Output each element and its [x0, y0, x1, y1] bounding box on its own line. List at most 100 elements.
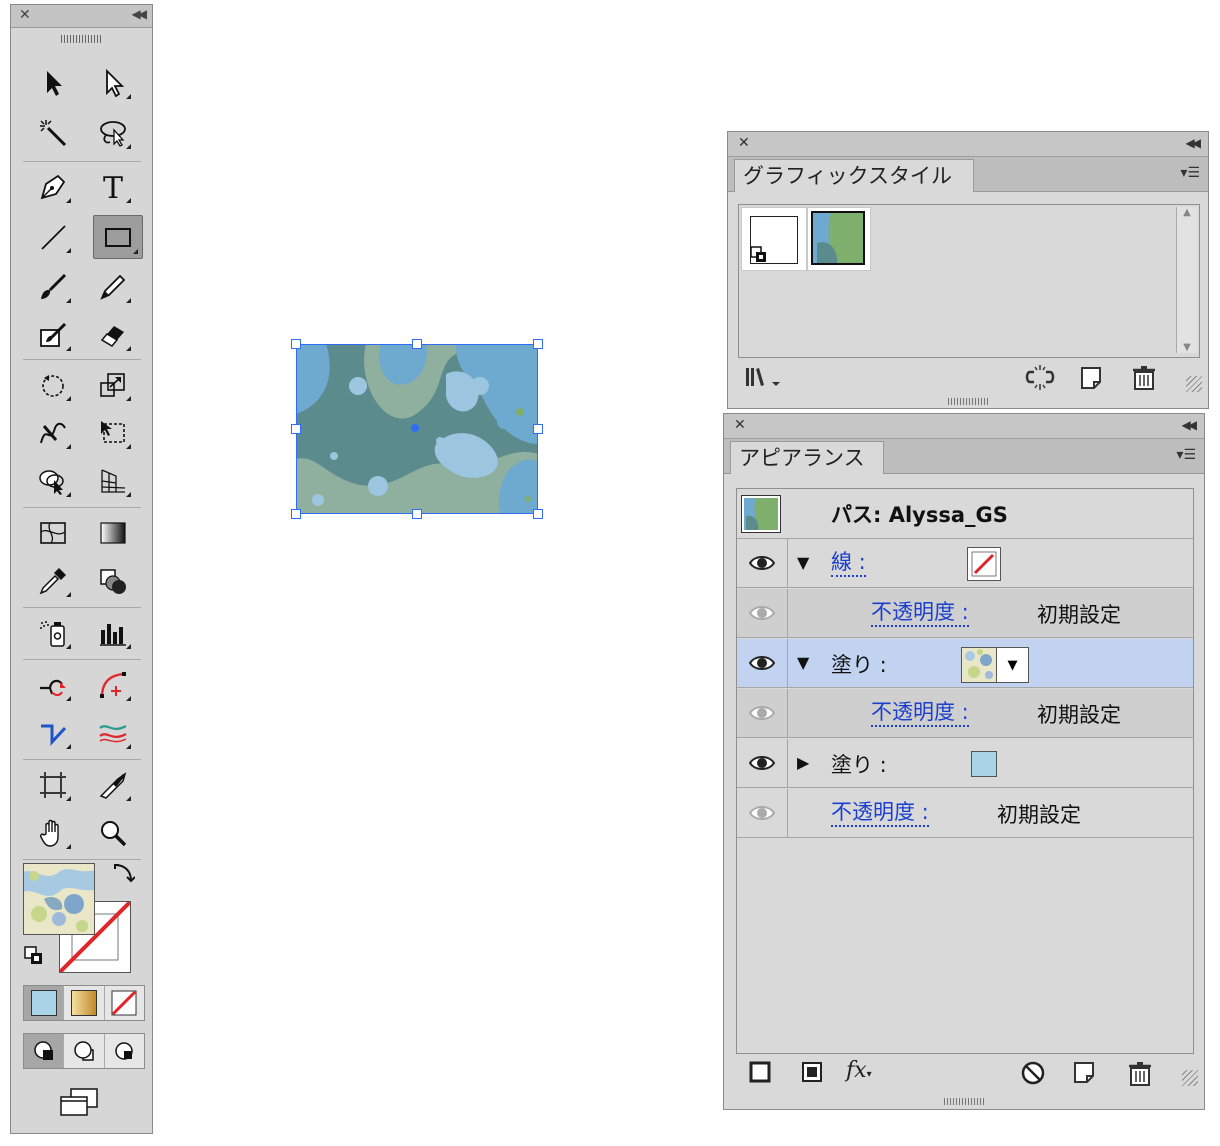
visibility-toggle[interactable]	[737, 539, 788, 587]
none-mode-button[interactable]	[105, 986, 144, 1020]
delete-item-trash-icon[interactable]	[1126, 1060, 1154, 1088]
fill-opacity-row[interactable]: 不透明度 : 初期設定	[737, 689, 1193, 738]
panel-header[interactable]: ✕ ◀◀	[724, 414, 1204, 439]
scroll-down-icon[interactable]: ▼	[1177, 342, 1197, 353]
stroke-row[interactable]: ▼ 線 :	[737, 539, 1193, 588]
resize-grip-icon[interactable]	[1182, 1070, 1198, 1086]
fill-swatch[interactable]	[23, 863, 95, 935]
visibility-toggle[interactable]	[737, 639, 788, 687]
join-tool[interactable]	[31, 713, 75, 753]
direct-selection-tool[interactable]	[91, 63, 135, 103]
panel-menu-icon[interactable]: ▾☰	[1180, 165, 1200, 181]
artboard-tool[interactable]	[31, 765, 75, 805]
handle-top-center[interactable]	[412, 339, 422, 349]
swap-fill-stroke-icon[interactable]	[111, 861, 136, 885]
collapse-icon[interactable]: ◀◀	[1182, 418, 1198, 432]
center-point[interactable]	[411, 424, 419, 432]
panel-header[interactable]: ✕ ◀◀	[728, 132, 1208, 157]
pencil-tool[interactable]	[91, 267, 135, 307]
eraser-tool[interactable]	[91, 315, 135, 355]
symbol-sprayer-tool[interactable]	[31, 613, 75, 653]
scale-tool[interactable]	[91, 365, 135, 405]
rotate-tool[interactable]	[31, 365, 75, 405]
gradient-mode-button[interactable]	[64, 986, 105, 1020]
eyedropper-tool[interactable]	[31, 561, 75, 601]
type-tool[interactable]: T	[91, 167, 135, 207]
column-graph-tool[interactable]	[91, 613, 135, 653]
free-transform-tool[interactable]	[91, 413, 135, 453]
close-icon[interactable]: ✕	[19, 7, 31, 23]
clear-appearance-icon[interactable]	[1020, 1060, 1046, 1086]
new-style-icon[interactable]	[1078, 364, 1106, 392]
visibility-toggle[interactable]	[737, 789, 788, 837]
collapse-icon[interactable]: ◀◀	[132, 7, 148, 21]
zoom-tool[interactable]	[91, 813, 135, 853]
default-fill-stroke-icon[interactable]	[23, 945, 45, 967]
pen-tool[interactable]	[31, 167, 75, 207]
visibility-toggle[interactable]	[737, 739, 788, 787]
selection-tool[interactable]	[31, 63, 75, 103]
scroll-up-icon[interactable]: ▲	[1177, 207, 1197, 218]
collapse-triangle-icon[interactable]: ▶	[797, 753, 809, 772]
stroke-opacity-row[interactable]: 不透明度 : 初期設定	[737, 589, 1193, 638]
handle-bottom-right[interactable]	[533, 509, 543, 519]
stroke-color-swatch[interactable]	[967, 547, 1001, 581]
panel-bottom-grip[interactable]	[948, 398, 988, 405]
width-tool[interactable]	[91, 713, 135, 753]
collapse-icon[interactable]: ◀◀	[1186, 136, 1202, 150]
handle-middle-right[interactable]	[533, 424, 543, 434]
opacity-label-link[interactable]: 不透明度 :	[871, 599, 969, 627]
fill-color-swatch[interactable]	[971, 751, 997, 777]
slice-tool[interactable]	[91, 765, 135, 805]
close-icon[interactable]: ✕	[734, 417, 746, 433]
rectangle-tool[interactable]	[93, 215, 143, 259]
warp-tool[interactable]	[31, 413, 75, 453]
object-opacity-row[interactable]: 不透明度 : 初期設定	[737, 789, 1193, 838]
panel-menu-icon[interactable]: ▾☰	[1176, 447, 1196, 463]
panel-bottom-grip[interactable]	[944, 1098, 984, 1105]
fill-color-dropdown[interactable]: ▼	[961, 647, 1029, 683]
tools-panel-header[interactable]: ✕ ◀◀	[11, 5, 152, 28]
line-segment-tool[interactable]	[31, 217, 75, 257]
expand-triangle-icon[interactable]: ▼	[797, 553, 809, 572]
stroke-label-link[interactable]: 線 :	[831, 549, 866, 577]
lasso-tool[interactable]	[91, 113, 135, 153]
opacity-label-link[interactable]: 不透明度 :	[831, 799, 929, 827]
visibility-toggle[interactable]	[737, 589, 788, 637]
tab-graphic-styles[interactable]: グラフィックスタイル	[734, 159, 974, 192]
shape-builder-tool[interactable]	[31, 461, 75, 501]
expand-triangle-icon[interactable]: ▼	[797, 653, 809, 672]
add-new-stroke-icon[interactable]	[748, 1060, 772, 1084]
styles-scrollbar[interactable]: ▲ ▼	[1176, 207, 1197, 353]
handle-bottom-left[interactable]	[291, 509, 301, 519]
magic-wand-tool[interactable]	[31, 113, 75, 153]
screen-mode-button[interactable]	[57, 1085, 101, 1119]
add-anchor-point-tool[interactable]	[91, 665, 135, 705]
blend-tool[interactable]	[91, 561, 135, 601]
dropdown-arrow-icon[interactable]: ▼	[997, 648, 1028, 682]
add-new-fill-icon[interactable]	[800, 1060, 824, 1084]
draw-behind-button[interactable]	[64, 1034, 105, 1068]
gradient-tool[interactable]	[91, 513, 135, 553]
style-libraries-menu-icon[interactable]	[744, 366, 784, 390]
fill-row-selected[interactable]: ▼ 塗り : ▼	[737, 639, 1193, 688]
resize-grip-icon[interactable]	[1186, 376, 1202, 392]
draw-inside-button[interactable]	[105, 1034, 144, 1068]
opacity-label-link[interactable]: 不透明度 :	[871, 699, 969, 727]
visibility-toggle[interactable]	[737, 689, 788, 737]
handle-top-right[interactable]	[533, 339, 543, 349]
break-link-icon[interactable]	[1024, 364, 1056, 392]
color-mode-button[interactable]	[24, 986, 65, 1020]
anchor-point-tool[interactable]	[31, 665, 75, 705]
add-effect-fx-button[interactable]: fx▾	[846, 1058, 886, 1086]
duplicate-item-icon[interactable]	[1072, 1060, 1098, 1086]
handle-middle-left[interactable]	[291, 424, 301, 434]
hand-tool[interactable]	[31, 813, 75, 853]
fill-row[interactable]: ▶ 塗り :	[737, 739, 1193, 788]
style-default[interactable]	[741, 207, 807, 271]
delete-style-trash-icon[interactable]	[1130, 364, 1158, 392]
blob-brush-tool[interactable]	[31, 315, 75, 355]
handle-bottom-center[interactable]	[412, 509, 422, 519]
handle-top-left[interactable]	[291, 339, 301, 349]
mesh-tool[interactable]	[31, 513, 75, 553]
